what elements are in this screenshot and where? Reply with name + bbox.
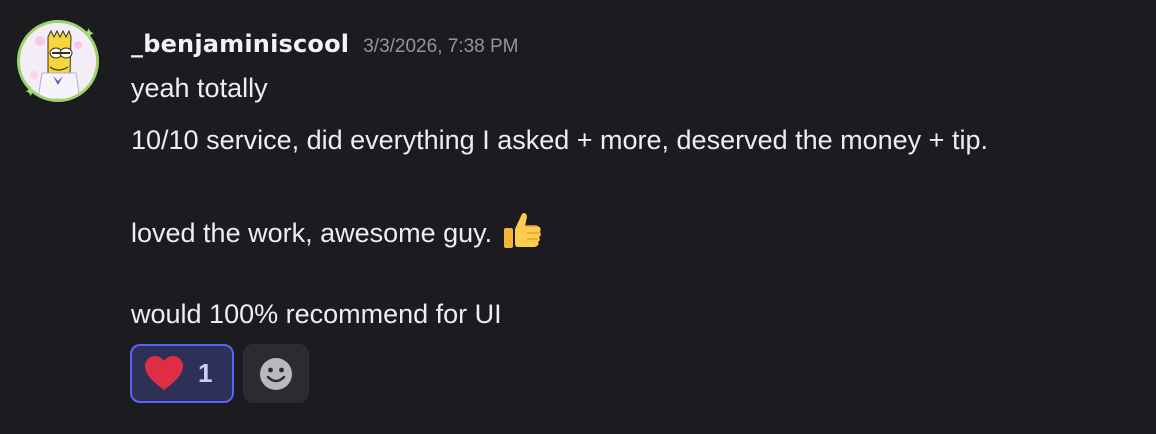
username[interactable]: _benjaminiscool (131, 30, 349, 58)
add-reaction-button[interactable] (243, 344, 309, 403)
reaction-count: 1 (198, 358, 213, 388)
chat-message: ✦ ✦ _benjaminiscool 3/3/2026, 7:38 PM ye… (0, 0, 1156, 434)
message-line: yeah totally (131, 73, 268, 103)
message-header: _benjaminiscool 3/3/2026, 7:38 PM (131, 30, 519, 60)
sparkle-icon: ✦ (24, 82, 38, 101)
reactions-bar: 1 (130, 344, 309, 403)
message-line-text: loved the work, awesome guy. (131, 218, 493, 248)
heart-icon (145, 355, 183, 390)
sparkle-icon: ✦ (82, 24, 96, 43)
thumbs-up-icon (504, 213, 541, 248)
message-line: loved the work, awesome guy. (131, 208, 544, 252)
message-line: would 100% recommend for UI (131, 299, 502, 329)
message-line: 10/10 service, did everything I asked + … (131, 125, 988, 155)
add-reaction-icon (260, 357, 292, 390)
heart-reaction-button[interactable]: 1 (130, 344, 234, 403)
message-timestamp[interactable]: 3/3/2026, 7:38 PM (363, 36, 518, 58)
